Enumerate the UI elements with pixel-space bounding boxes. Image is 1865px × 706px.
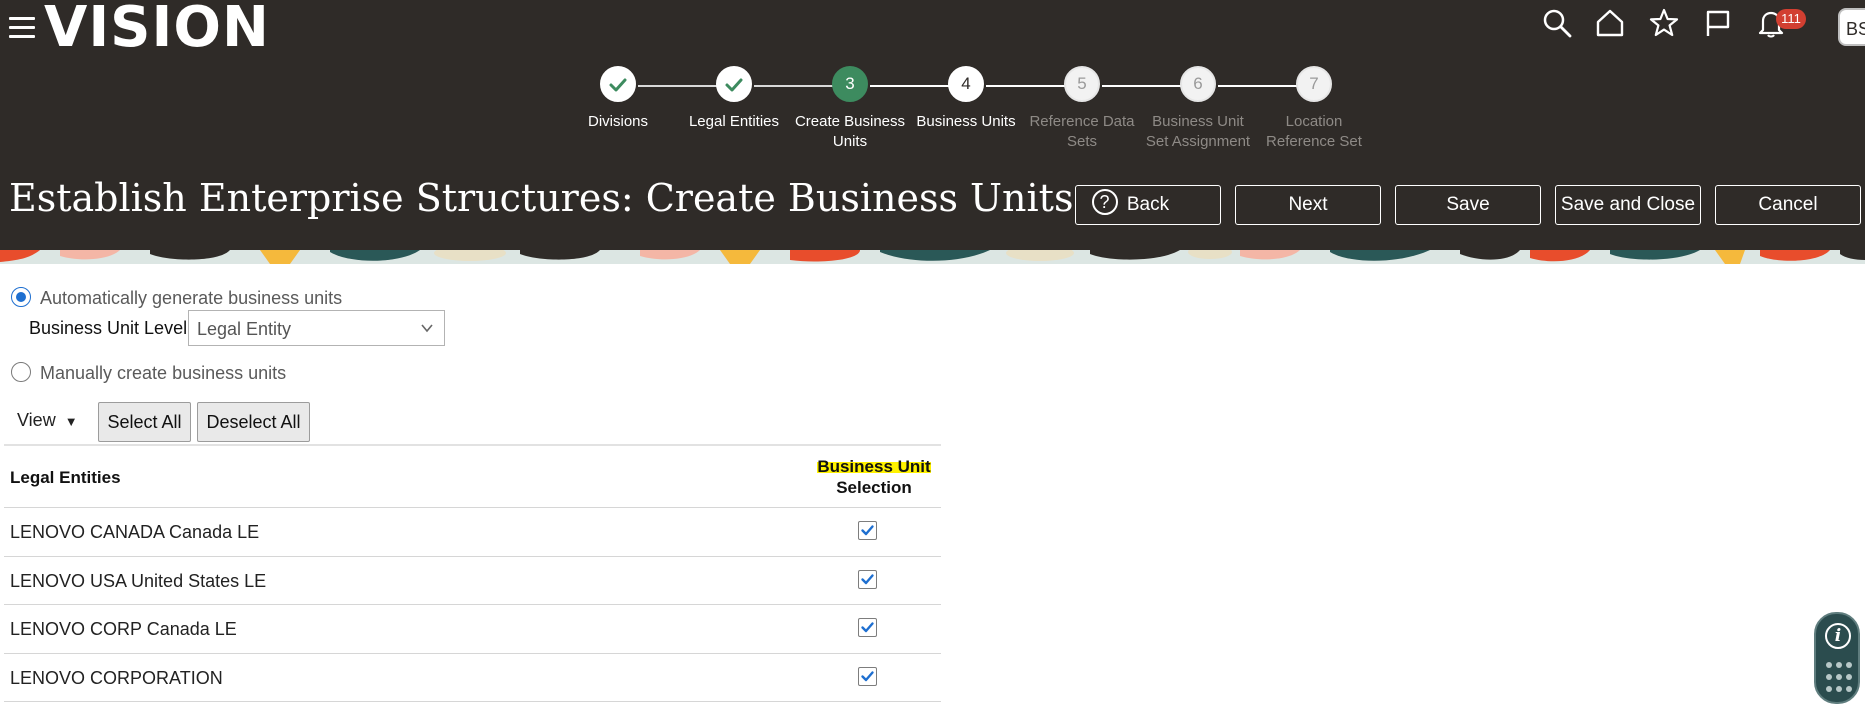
checkmark-icon <box>600 66 636 102</box>
global-header: VISION 111 BS Divisions Legal Entities 3… <box>0 0 1865 250</box>
back-button[interactable]: Back <box>1075 185 1221 225</box>
train-stop-number: 7 <box>1296 66 1332 102</box>
checkmark-icon <box>861 525 874 536</box>
legal-entities-table: Legal Entities Business Unit Selection L… <box>4 444 941 702</box>
table-row[interactable]: LENOVO USA United States LE <box>4 557 941 605</box>
train-stop-label: Legal Entities <box>688 113 780 130</box>
favorites-star-icon[interactable] <box>1649 8 1679 38</box>
legal-entity-name: LENOVO CORP Canada LE <box>10 619 237 639</box>
checkmark-icon <box>861 622 874 633</box>
column-header-legal-entities[interactable]: Legal Entities <box>10 468 121 488</box>
checkmark-icon <box>861 573 874 584</box>
checkmark-icon <box>861 670 874 681</box>
train-stop-divisions[interactable]: Divisions <box>560 66 676 132</box>
manual-create-radio[interactable] <box>11 362 31 382</box>
business-unit-level-select[interactable]: Legal Entity <box>188 310 445 346</box>
column-header-line2: Selection <box>836 478 912 497</box>
business-unit-checkbox[interactable] <box>858 618 877 637</box>
info-icon[interactable]: i <box>1825 623 1851 649</box>
caret-down-icon: ▼ <box>64 414 78 429</box>
process-train: Divisions Legal Entities 3 Create Busine… <box>560 66 1362 166</box>
business-unit-level-label: Business Unit Level <box>29 318 188 338</box>
table-header: Legal Entities Business Unit Selection <box>4 444 941 508</box>
train-stop-create-business-units[interactable]: 3 Create Business Units <box>792 66 908 152</box>
column-header-business-unit-selection[interactable]: Business Unit Selection <box>794 456 954 498</box>
train-stop-label: Divisions <box>587 113 648 130</box>
auto-generate-label: Automatically generate business units <box>40 288 343 308</box>
decorative-banner <box>0 250 1865 264</box>
business-unit-checkbox[interactable] <box>858 666 877 686</box>
train-stop-business-units[interactable]: 4 Business Units <box>908 66 1024 132</box>
train-stop-number: 3 <box>832 66 868 102</box>
table-row[interactable]: LENOVO CORPORATION <box>4 654 941 702</box>
user-avatar[interactable]: BS <box>1838 8 1865 46</box>
legal-entity-name: LENOVO CANADA Canada LE <box>10 522 260 542</box>
business-unit-checkbox[interactable] <box>858 521 877 540</box>
deselect-all-button[interactable]: Deselect All <box>197 402 310 442</box>
train-stop-number: 5 <box>1064 66 1100 102</box>
business-unit-level-value: Legal Entity <box>197 319 292 339</box>
column-header-line1: Business Unit <box>817 457 931 476</box>
auto-generate-radio[interactable] <box>11 287 31 307</box>
legal-entity-name: LENOVO CORPORATION <box>10 667 223 688</box>
notifications-count-badge: 111 <box>1776 9 1806 29</box>
search-icon[interactable] <box>1542 8 1572 38</box>
app-logo[interactable]: VISION <box>44 0 270 60</box>
table-row[interactable]: LENOVO CANADA Canada LE <box>4 508 941 557</box>
page-title-text: Establish Enterprise Structures: Create … <box>9 176 1074 220</box>
flag-icon[interactable] <box>1703 8 1733 38</box>
select-all-button[interactable]: Select All <box>98 402 191 442</box>
checkmark-icon <box>716 66 752 102</box>
menu-icon[interactable] <box>9 17 35 39</box>
save-button[interactable]: Save <box>1395 185 1541 225</box>
table-row[interactable]: LENOVO CORP Canada LE <box>4 605 941 654</box>
train-stop-label: Business Units <box>916 113 1016 130</box>
train-stop-location-reference-set[interactable]: 7 Location Reference Set <box>1256 66 1372 152</box>
train-stop-number: 6 <box>1180 66 1216 102</box>
train-stop-reference-data-sets[interactable]: 5 Reference Data Sets <box>1024 66 1140 152</box>
home-icon[interactable] <box>1595 8 1625 38</box>
view-menu[interactable]: View ▼ <box>17 410 78 431</box>
train-stop-legal-entities[interactable]: Legal Entities <box>676 66 792 132</box>
page-title: Establish Enterprise Structures: Create … <box>9 176 1118 220</box>
app-grid-icon[interactable] <box>1826 662 1852 694</box>
train-stop-label: Location Reference Set <box>1266 113 1362 150</box>
business-unit-checkbox[interactable] <box>858 569 877 589</box>
manual-create-label: Manually create business units <box>40 363 287 383</box>
train-stop-business-unit-set-assignment[interactable]: 6 Business Unit Set Assignment <box>1140 66 1256 152</box>
chevron-down-icon <box>421 324 433 333</box>
train-stop-label: Reference Data Sets <box>1029 113 1135 150</box>
train-stop-label: Business Unit Set Assignment <box>1145 113 1251 150</box>
view-menu-label: View <box>17 410 56 430</box>
floating-help-widget[interactable]: i <box>1814 612 1860 704</box>
save-and-close-button[interactable]: Save and Close <box>1555 185 1701 225</box>
legal-entity-name: LENOVO USA United States LE <box>10 570 267 591</box>
train-stop-label: Create Business Units <box>794 113 906 150</box>
train-stop-number: 4 <box>948 66 984 102</box>
next-button[interactable]: Next <box>1235 185 1381 225</box>
cancel-button[interactable]: Cancel <box>1715 185 1861 225</box>
